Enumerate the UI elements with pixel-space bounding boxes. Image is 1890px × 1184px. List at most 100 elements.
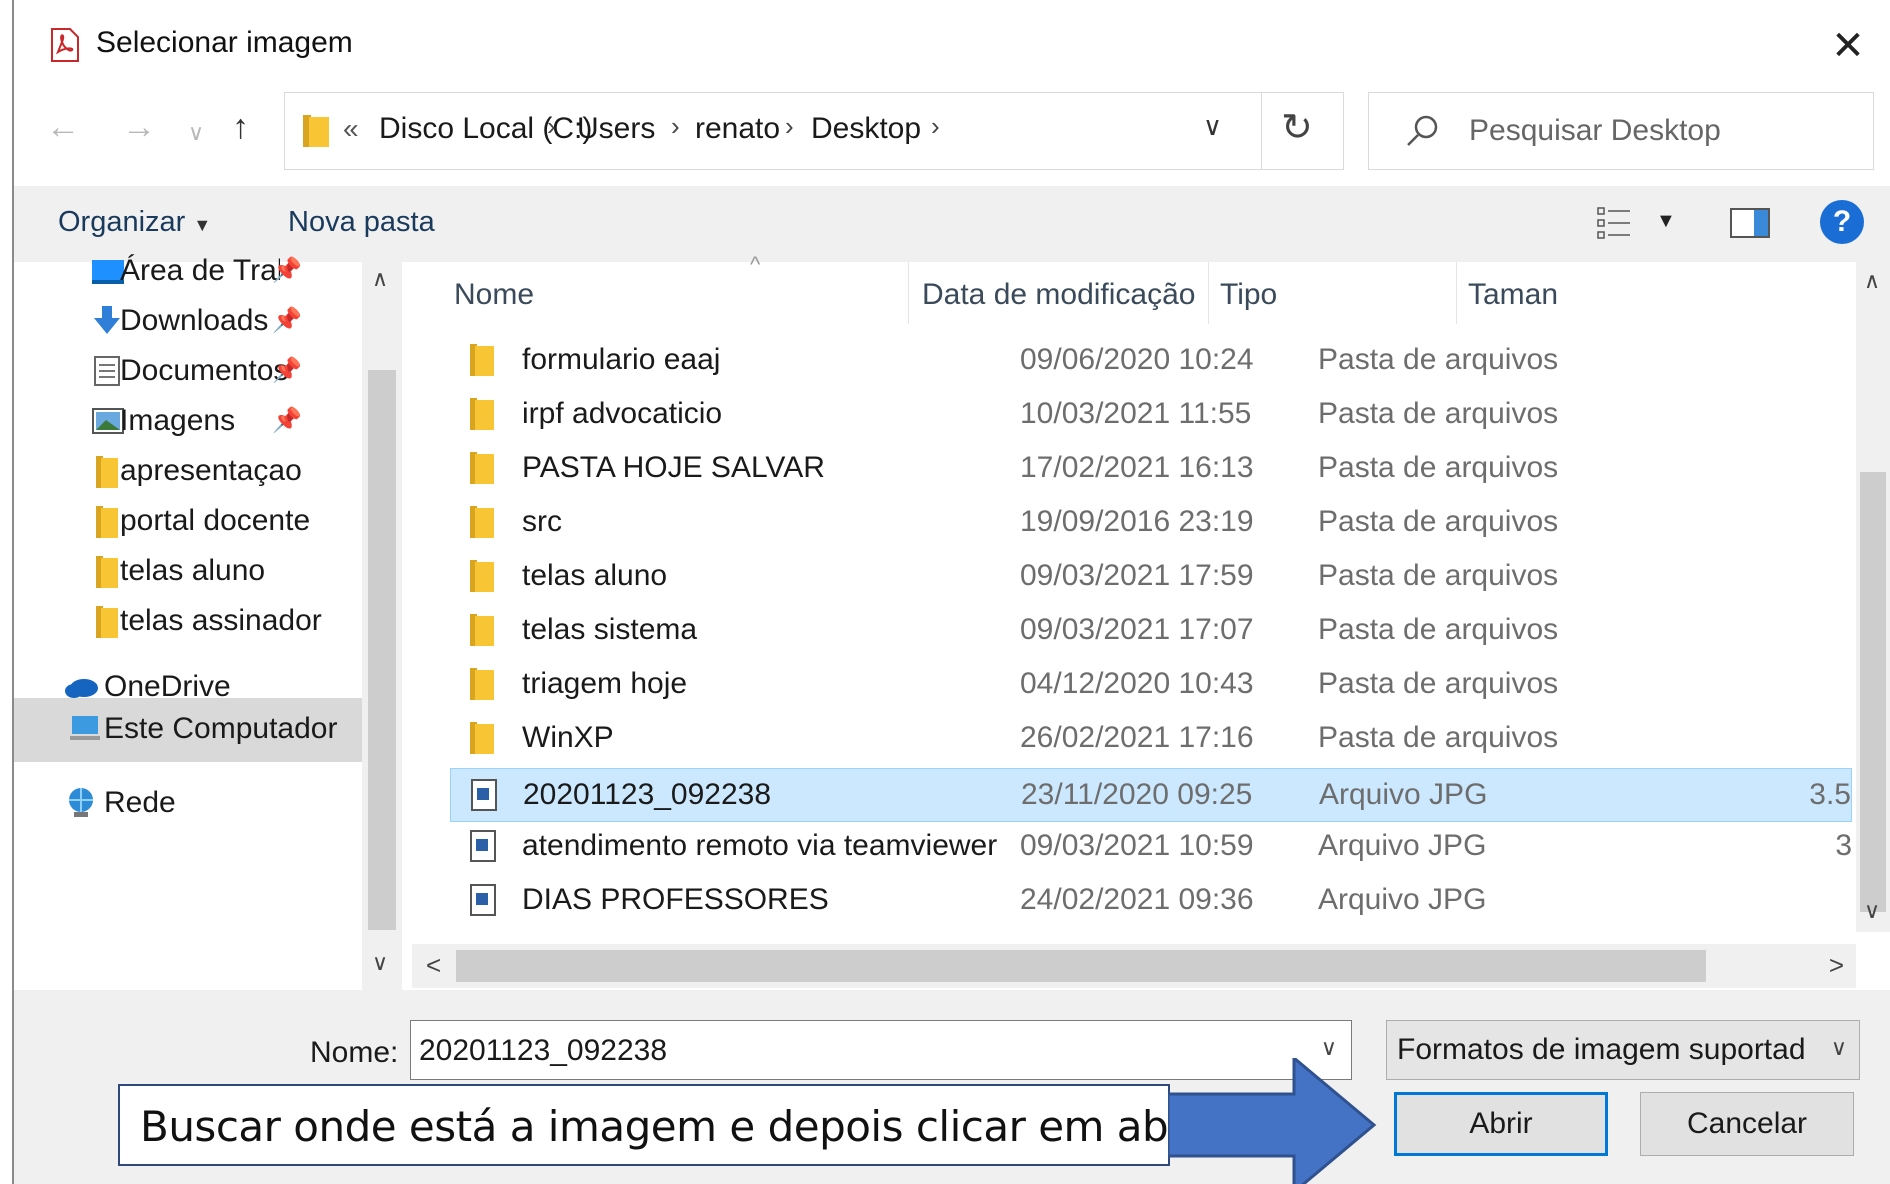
file-type: Arquivo JPG: [1319, 778, 1488, 811]
scroll-down-icon[interactable]: ∨: [1864, 898, 1880, 924]
breadcrumb-chevron-icon[interactable]: ›: [785, 111, 794, 142]
column-divider[interactable]: [908, 262, 909, 324]
nav-item-folder[interactable]: telas assinador: [14, 592, 384, 650]
column-header-name[interactable]: Nome: [454, 278, 534, 312]
computer-icon: [70, 716, 100, 740]
help-icon[interactable]: ?: [1820, 200, 1864, 244]
file-name: src: [522, 505, 562, 538]
divider: [1261, 93, 1262, 169]
nav-item-label: Este Computador: [104, 712, 338, 745]
scroll-thumb[interactable]: [1860, 472, 1886, 912]
nav-item-label: portal docente: [120, 504, 311, 537]
folder-icon: [470, 668, 494, 700]
image-file-icon: [470, 884, 496, 916]
file-date: 17/02/2021 16:13: [1020, 451, 1254, 484]
close-button[interactable]: ✕: [1820, 20, 1876, 72]
file-row[interactable]: WinXP 26/02/2021 17:16 Pasta de arquivos: [450, 712, 1852, 766]
file-row[interactable]: DIAS PROFESSORES 24/02/2021 09:36 Arquiv…: [450, 874, 1852, 928]
folder-icon: [470, 452, 494, 484]
file-name: WinXP: [522, 721, 614, 754]
breadcrumb-chevron-icon[interactable]: ›: [547, 111, 556, 142]
nav-item-label: Downloads: [120, 304, 269, 337]
file-row[interactable]: atendimento remoto via teamviewer 09/03/…: [450, 820, 1852, 874]
column-header-size[interactable]: Taman: [1468, 278, 1558, 312]
pin-icon: 📌: [272, 357, 302, 384]
organize-menu[interactable]: Organizar ▼: [58, 206, 211, 239]
nav-item-label: telas aluno: [120, 554, 266, 587]
file-row[interactable]: irpf advocaticio 10/03/2021 11:55 Pasta …: [450, 388, 1852, 442]
folder-icon: [96, 556, 118, 588]
cancel-button[interactable]: Cancelar: [1640, 1092, 1854, 1156]
nav-item-this-pc[interactable]: Este Computador: [14, 698, 362, 762]
file-row[interactable]: telas aluno 09/03/2021 17:59 Pasta de ar…: [450, 550, 1852, 604]
documents-icon: [94, 356, 120, 386]
file-list-scrollbar[interactable]: ∧ ∨: [1856, 262, 1890, 932]
scroll-thumb[interactable]: [456, 950, 1706, 982]
nav-item-label: apresentaçao as:: [120, 454, 302, 487]
view-options-icon[interactable]: [1594, 204, 1644, 244]
file-row[interactable]: triagem hoje 04/12/2020 10:43 Pasta de a…: [450, 658, 1852, 712]
chevron-down-icon[interactable]: ∨: [1831, 1035, 1847, 1061]
file-type: Pasta de arquivos: [1318, 505, 1559, 538]
column-header-date[interactable]: Data de modificação: [922, 278, 1196, 312]
file-date: 09/03/2021 17:07: [1020, 613, 1254, 646]
search-box[interactable]: [1368, 92, 1874, 170]
folder-icon: [470, 560, 494, 592]
horizontal-scrollbar[interactable]: < >: [412, 944, 1856, 988]
scroll-up-icon[interactable]: ∧: [1864, 268, 1880, 294]
download-icon: [94, 306, 120, 334]
address-dropdown-icon[interactable]: ∨: [1203, 111, 1222, 142]
nav-item-label: Imagens: [120, 404, 236, 437]
file-name-input[interactable]: [419, 1029, 1279, 1073]
pin-icon: 📌: [272, 307, 302, 334]
recent-locations-chevron-icon[interactable]: ∨: [188, 120, 204, 146]
breadcrumb-chevron-icon[interactable]: ›: [671, 111, 680, 142]
file-date: 04/12/2020 10:43: [1020, 667, 1254, 700]
file-row-selected[interactable]: 20201123_092238 23/11/2020 09:25 Arquivo…: [450, 768, 1852, 822]
scroll-right-icon[interactable]: >: [1829, 950, 1844, 981]
refresh-icon[interactable]: ↻: [1281, 105, 1313, 150]
scroll-down-icon[interactable]: ∨: [372, 950, 388, 976]
breadcrumb-desktop[interactable]: Desktop: [811, 112, 921, 146]
file-row[interactable]: src 19/09/2016 23:19 Pasta de arquivos: [450, 496, 1852, 550]
forward-arrow-icon[interactable]: →: [122, 108, 156, 147]
cloud-icon: [65, 679, 98, 698]
up-arrow-icon[interactable]: ↑: [232, 108, 249, 147]
nav-item-label: Área de Traba: [120, 254, 280, 287]
pin-icon: 📌: [272, 257, 302, 284]
breadcrumb-users[interactable]: Users: [577, 112, 655, 146]
scroll-thumb[interactable]: [368, 370, 396, 930]
file-date: 24/02/2021 09:36: [1020, 883, 1254, 916]
nav-item-network[interactable]: Rede: [14, 774, 384, 832]
new-folder-button[interactable]: Nova pasta: [288, 206, 435, 239]
file-date: 23/11/2020 09:25: [1021, 778, 1253, 811]
scroll-up-icon[interactable]: ∧: [372, 266, 388, 292]
file-row[interactable]: PASTA HOJE SALVAR 17/02/2021 16:13 Pasta…: [450, 442, 1852, 496]
column-divider[interactable]: [1456, 262, 1457, 324]
back-arrow-icon[interactable]: ←: [46, 108, 80, 147]
file-row[interactable]: telas sistema 09/03/2021 17:07 Pasta de …: [450, 604, 1852, 658]
open-button[interactable]: Abrir: [1394, 1092, 1608, 1156]
file-type-select[interactable]: Formatos de imagem suportad ∨: [1386, 1020, 1860, 1080]
breadcrumb-disk[interactable]: Disco Local (C:): [379, 112, 592, 146]
address-bar[interactable]: « Disco Local (C:) › Users › renato › De…: [284, 92, 1344, 170]
image-file-icon: [470, 830, 496, 862]
file-type-selected: Formatos de imagem suportad: [1397, 1033, 1806, 1066]
file-row[interactable]: formulario eaaj 09/06/2020 10:24 Pasta d…: [450, 334, 1852, 388]
folder-icon: [96, 506, 118, 538]
sort-ascending-icon: ^: [750, 252, 761, 277]
breadcrumb-renato[interactable]: renato: [695, 112, 780, 146]
file-date: 09/03/2021 17:59: [1020, 559, 1254, 592]
file-type: Pasta de arquivos: [1318, 613, 1559, 646]
column-divider[interactable]: [1208, 262, 1209, 324]
folder-icon: [303, 115, 329, 147]
nav-pane-scrollbar[interactable]: ∧ ∨: [362, 262, 402, 990]
scroll-left-icon[interactable]: <: [426, 950, 441, 981]
column-header-type[interactable]: Tipo: [1220, 278, 1277, 312]
nav-item-label: Documentos: [120, 354, 289, 387]
breadcrumb-chevron-icon[interactable]: ›: [931, 111, 940, 142]
breadcrumb-overflow[interactable]: «: [343, 113, 359, 145]
search-input[interactable]: [1469, 93, 1859, 169]
view-dropdown-icon[interactable]: ▼: [1656, 210, 1676, 233]
preview-pane-icon[interactable]: [1730, 208, 1770, 238]
